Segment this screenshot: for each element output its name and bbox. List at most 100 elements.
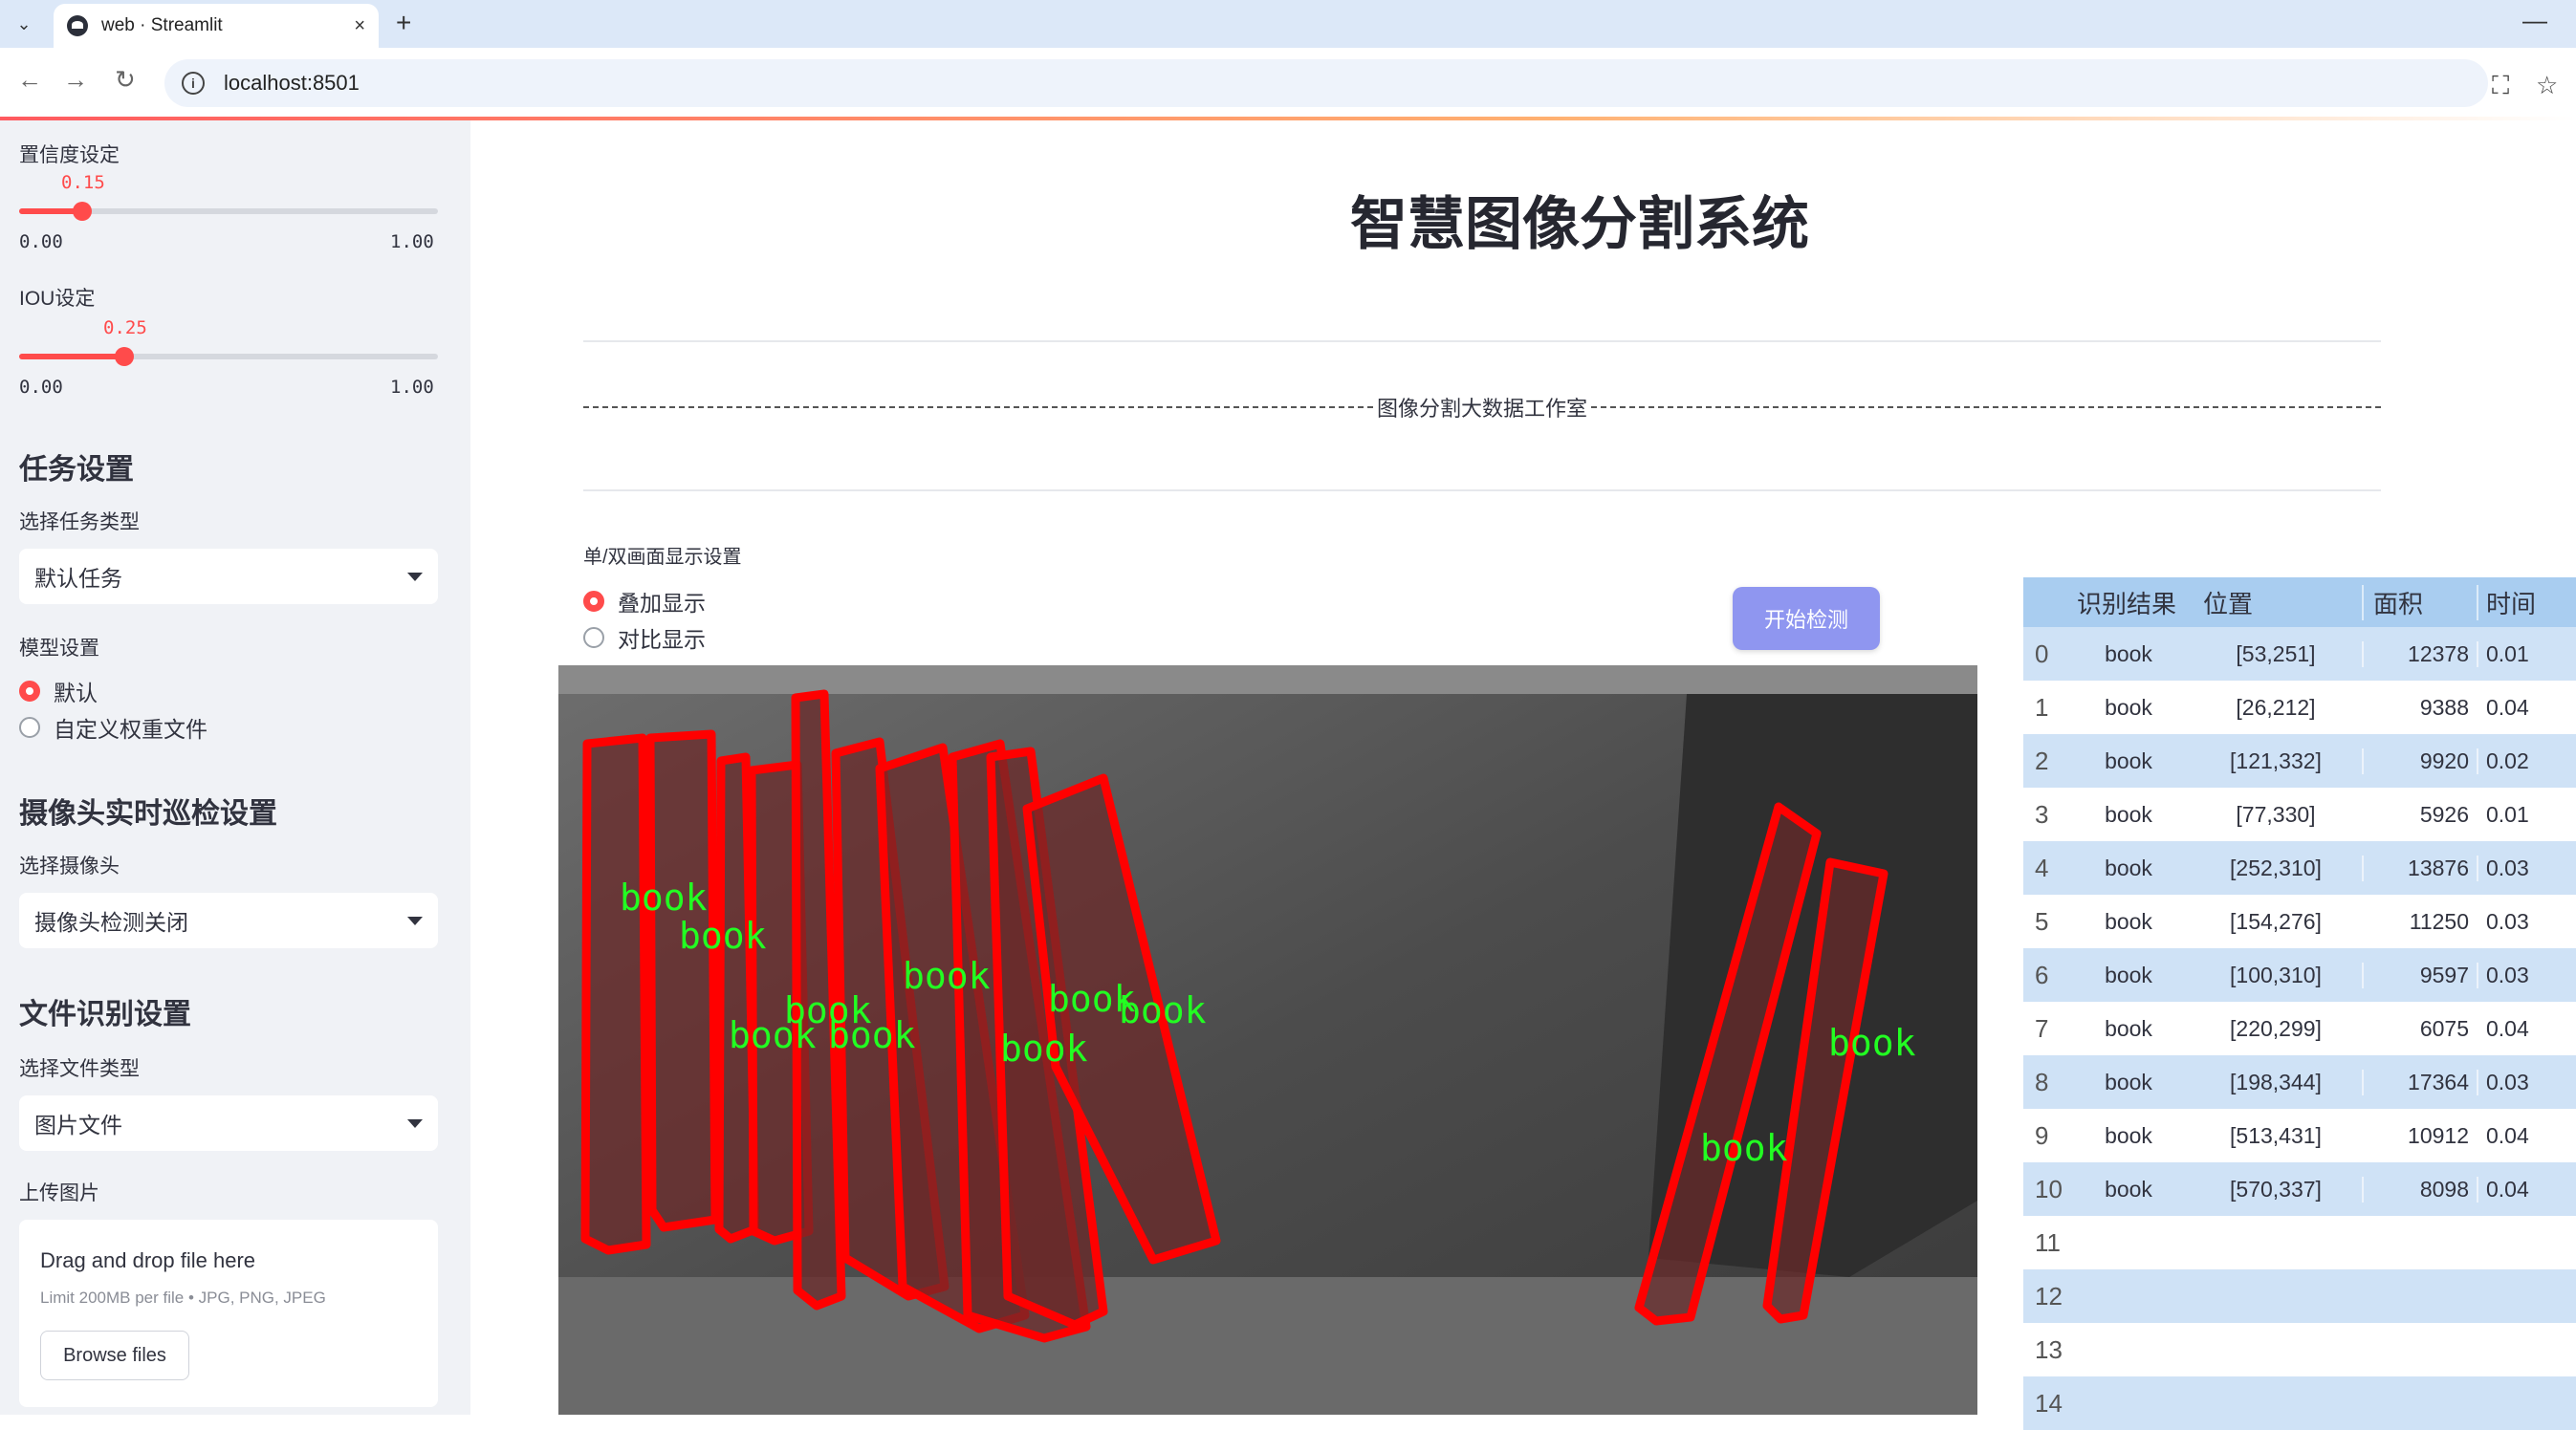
cell-class: book [2105,1069,2152,1094]
radio-selected-icon[interactable] [583,591,604,612]
table-row[interactable]: 14 [2023,1376,2576,1430]
display-option-compare[interactable]: 对比显示 [583,621,706,654]
cell-area: 8098 [2362,1176,2477,1202]
confidence-slider-thumb[interactable] [73,202,92,221]
display-option-overlay[interactable]: 叠加显示 [583,585,706,618]
row-index: 0 [2035,639,2049,668]
cell-time: 0.03 [2477,908,2576,935]
cell-position: [121,332] [2230,748,2322,773]
detection-label: book [620,877,708,919]
file-type-select[interactable]: 图片文件 [19,1095,438,1151]
browse-files-button[interactable]: Browse files [40,1331,189,1380]
camera-select[interactable]: 摄像头检测关闭 [19,893,438,948]
cell-class: book [2105,748,2152,773]
browser-tab-bar: ⌄ web · Streamlit × + — [0,0,2576,48]
task-type-select[interactable]: 默认任务 [19,549,438,604]
dropzone-title: Drag and drop file here [40,1248,256,1272]
file-dropzone[interactable]: Drag and drop file here Limit 200MB per … [19,1220,438,1407]
banner-line: 图像分割大数据工作室 [583,392,2382,422]
cell-area: 11250 [2362,908,2477,935]
radio-unselected-icon[interactable] [19,717,40,738]
file-type-label: 选择文件类型 [19,1058,140,1080]
row-index: 6 [2035,960,2049,989]
model-option-default[interactable]: 默认 [19,675,98,707]
row-index: 3 [2035,799,2049,829]
table-header: 识别结果 位置 面积 时间 [2023,577,2576,627]
tab-list-chevron-icon[interactable]: ⌄ [8,10,40,38]
column-header[interactable]: 位置 [2190,585,2362,620]
iou-slider[interactable] [19,347,438,366]
browser-tab[interactable]: web · Streamlit × [54,4,379,48]
window-minimize-icon[interactable]: — [2522,6,2547,35]
table-row[interactable]: 13 [2023,1323,2576,1376]
table-row[interactable]: 7 book [220,299] 6075 0.04 [2023,1002,2576,1055]
table-row[interactable]: 11 [2023,1216,2576,1269]
row-index: 8 [2035,1067,2049,1096]
table-row[interactable]: 0 book [53,251] 12378 0.01 [2023,627,2576,681]
iou-value: 0.25 [103,317,147,338]
iou-slider-fill [19,354,124,359]
detection-label: book [903,955,991,997]
new-tab-icon[interactable]: + [396,8,411,38]
cell-area: 9597 [2362,962,2477,988]
table-row[interactable]: 2 book [121,332] 9920 0.02 [2023,734,2576,788]
confidence-slider[interactable] [19,202,438,221]
table-row[interactable]: 10 book [570,337] 8098 0.04 [2023,1162,2576,1216]
table-row[interactable]: 5 book [154,276] 11250 0.03 [2023,895,2576,948]
detection-label: book [1700,1127,1788,1169]
cell-class: book [2105,962,2152,987]
translate-icon[interactable]: ⛶ [2492,71,2509,101]
table-row[interactable]: 12 [2023,1269,2576,1323]
cell-time: 0.04 [2477,694,2576,721]
table-body: 0 book [53,251] 12378 0.01 1 book [26,212] 9388 0… [2023,627,2576,1430]
confidence-label: 置信度设定 [19,144,120,166]
display-mode-label: 单/双画面显示设置 [583,547,742,568]
forward-arrow-icon[interactable]: → [63,65,88,95]
cell-position: [570,337] [2230,1176,2322,1202]
bookmark-star-icon[interactable]: ☆ [2536,71,2558,100]
confidence-min: 0.00 [19,231,63,252]
start-detection-button[interactable]: 开始检测 [1733,587,1880,650]
cell-position: [77,330] [2236,801,2316,827]
cell-area: 9920 [2362,748,2477,774]
table-row[interactable]: 8 book [198,344] 17364 0.03 [2023,1055,2576,1109]
cell-class: book [2105,640,2152,666]
cell-position: [252,310] [2230,855,2322,880]
dropzone-limit: Limit 200MB per file • JPG, PNG, JPEG [40,1289,326,1307]
divider [583,489,2381,491]
chevron-down-icon [407,572,423,581]
iou-max: 1.00 [390,377,434,398]
cell-position: [198,344] [2230,1069,2322,1094]
table-row[interactable]: 4 book [252,310] 13876 0.03 [2023,841,2576,895]
reload-icon[interactable]: ↻ [115,65,136,95]
banner-text: 图像分割大数据工作室 [1377,397,1588,421]
camera-label: 选择摄像头 [19,856,120,878]
back-arrow-icon[interactable]: ← [17,65,42,95]
radio-selected-icon[interactable] [19,681,40,702]
site-info-icon[interactable]: i [182,72,205,95]
row-index: 1 [2035,692,2049,722]
confidence-value: 0.15 [61,172,105,193]
tab-title: web · Streamlit [101,15,223,35]
table-row[interactable]: 1 book [26,212] 9388 0.04 [2023,681,2576,734]
detection-label: book [1828,1022,1916,1064]
cell-class: book [2105,1176,2152,1202]
table-row[interactable]: 6 book [100,310] 9597 0.03 [2023,948,2576,1002]
column-header[interactable]: 面积 [2362,584,2477,620]
model-option-label: 自定义权重文件 [54,717,207,742]
table-row[interactable]: 9 book [513,431] 10912 0.04 [2023,1109,2576,1162]
chevron-down-icon [407,916,423,925]
table-row[interactable]: 3 book [77,330] 5926 0.01 [2023,788,2576,841]
row-index: 4 [2035,853,2049,882]
file-type-value: 图片文件 [34,1113,122,1138]
column-header[interactable]: 识别结果 [2067,585,2190,620]
column-header[interactable]: 时间 [2477,584,2576,620]
tab-close-icon[interactable]: × [354,15,365,37]
cell-position: [100,310] [2230,962,2322,987]
model-option-custom[interactable]: 自定义权重文件 [19,711,207,744]
row-index: 14 [2035,1388,2063,1418]
url-field[interactable]: i localhost:8501 [164,59,2488,107]
iou-slider-thumb[interactable] [115,347,134,366]
radio-unselected-icon[interactable] [583,627,604,648]
cell-area: 6075 [2362,1015,2477,1042]
